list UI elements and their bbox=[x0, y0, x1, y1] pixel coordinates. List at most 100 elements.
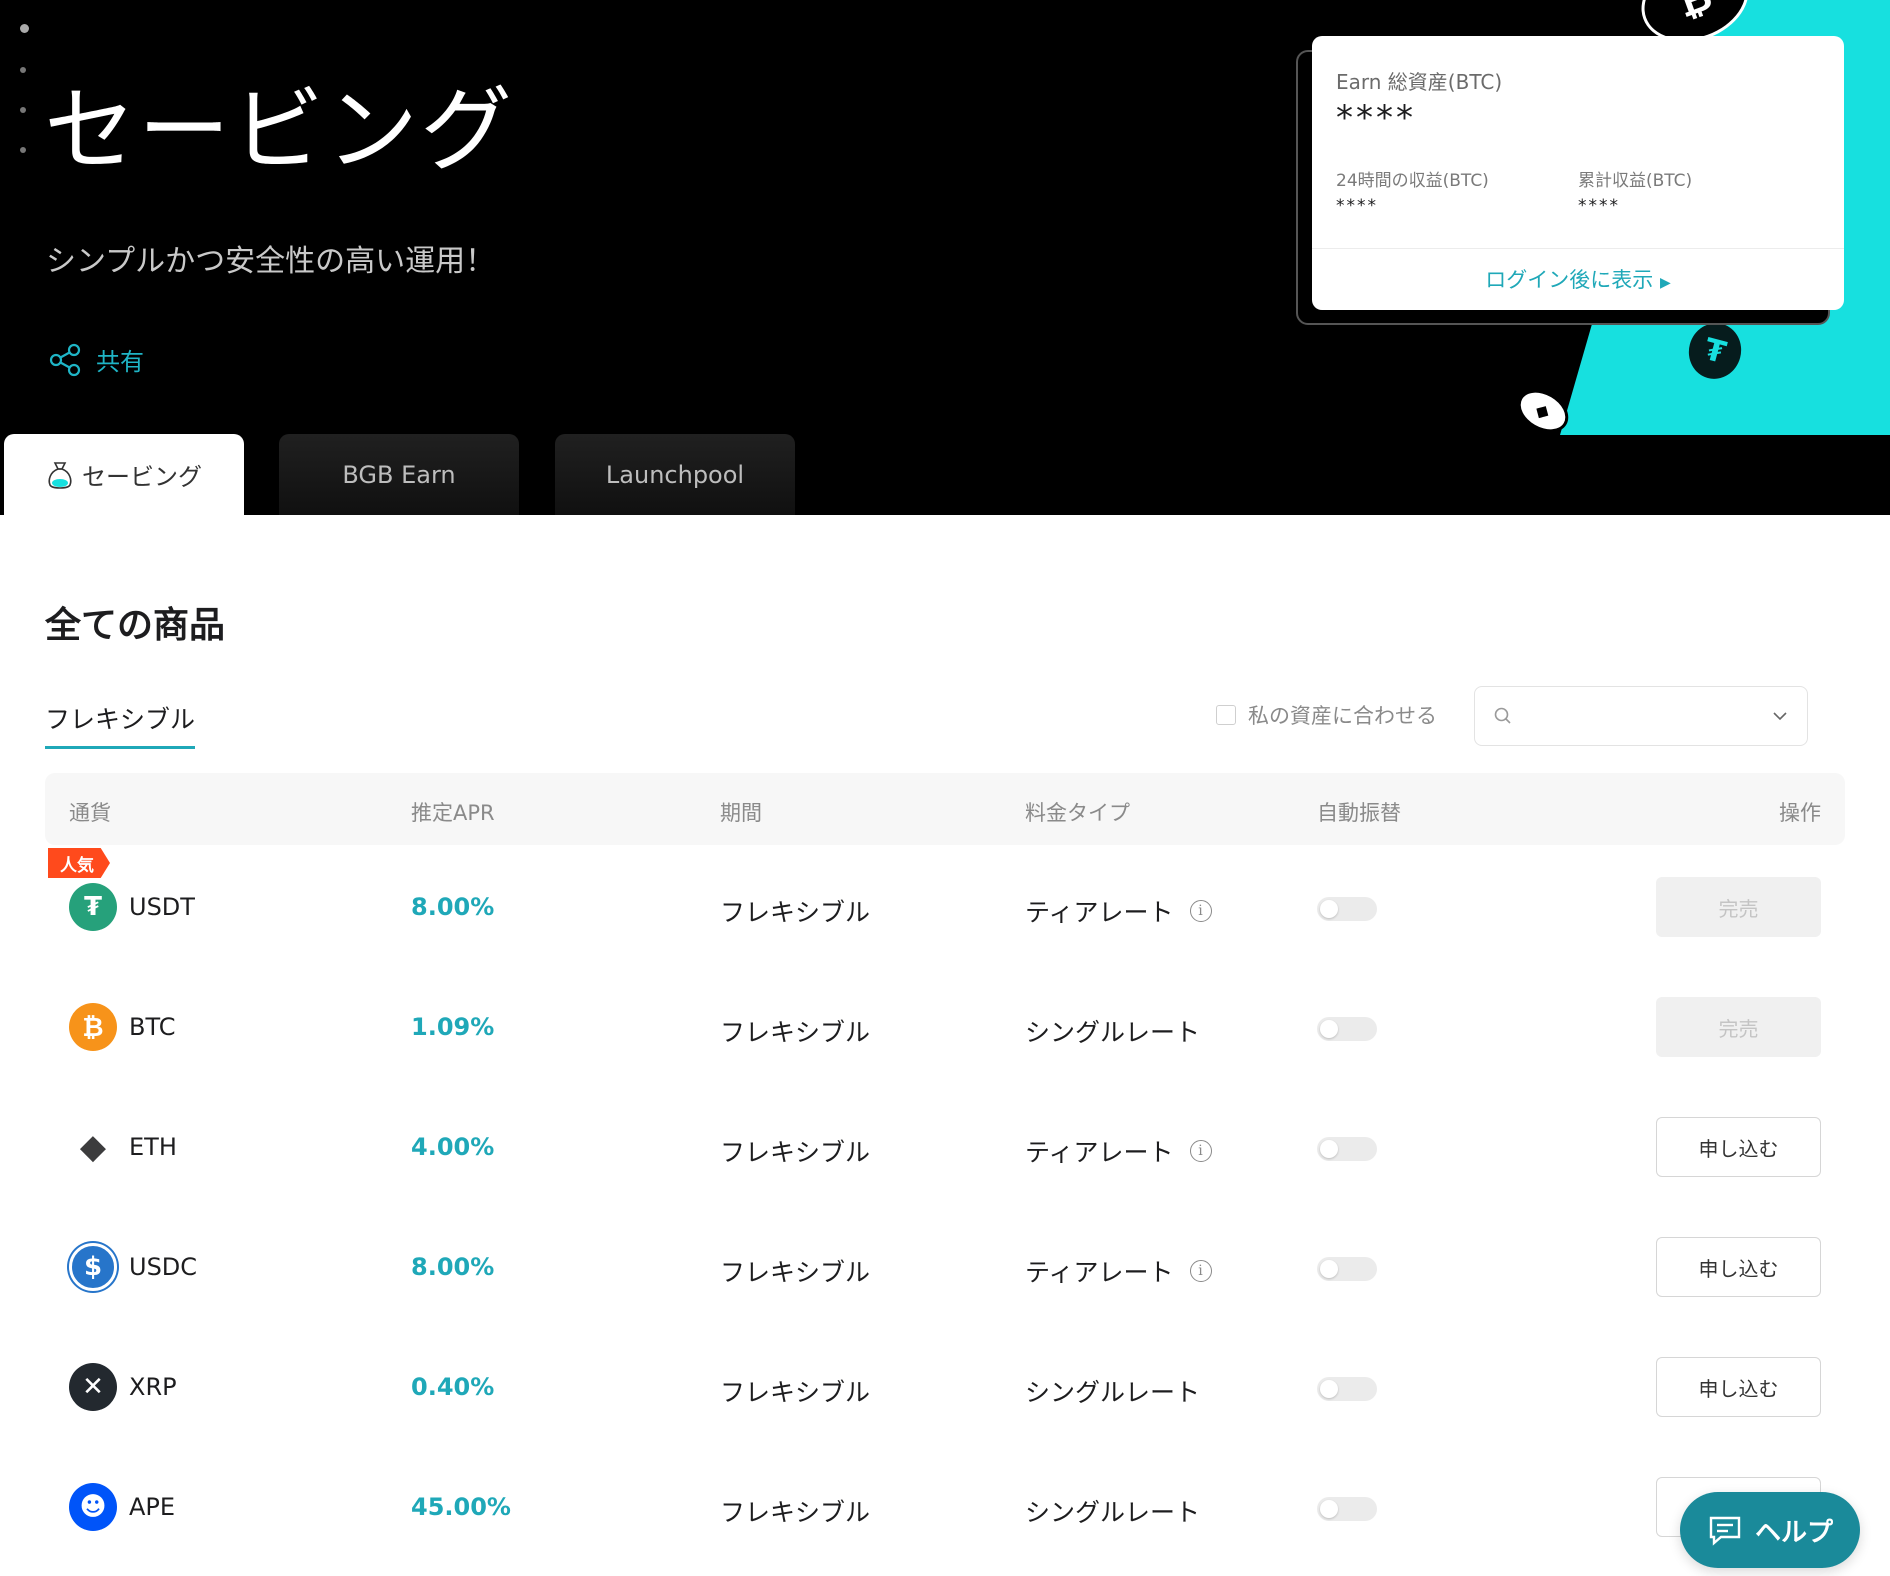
apr-value: 8.00% bbox=[411, 893, 495, 921]
sold-out-button[interactable]: 完売 bbox=[1656, 877, 1821, 937]
match-my-assets-checkbox[interactable]: 私の資産に合わせる bbox=[1216, 700, 1437, 730]
total-assets-value: **** bbox=[1336, 98, 1416, 138]
share-label: 共有 bbox=[96, 348, 144, 376]
tab-savings[interactable]: セービング bbox=[4, 434, 244, 515]
auto-transfer-toggle[interactable] bbox=[1317, 897, 1377, 921]
apr-value: 45.00% bbox=[411, 1493, 511, 1521]
rate-type: ティアレート i bbox=[1025, 1253, 1212, 1289]
info-icon[interactable]: i bbox=[1189, 1140, 1212, 1162]
header-rate-type: 料金タイプ bbox=[1025, 801, 1130, 825]
income-24h-label: 24時間の収益(BTC) bbox=[1336, 171, 1489, 191]
coin-search-select[interactable] bbox=[1474, 686, 1808, 746]
rate-type-label: ティアレート bbox=[1025, 1138, 1174, 1167]
rate-type-label: シングルレート bbox=[1025, 1018, 1201, 1047]
header-action: 操作 bbox=[1779, 801, 1821, 825]
header-period: 期間 bbox=[720, 801, 762, 825]
coin-symbol: APE bbox=[129, 1493, 176, 1521]
section-title: 全ての商品 bbox=[45, 605, 226, 646]
money-bag-icon bbox=[48, 461, 72, 489]
coin-symbol: XRP bbox=[129, 1373, 177, 1401]
asset-summary-card: Earn 総資産(BTC) **** 24時間の収益(BTC) **** 累計収… bbox=[1312, 36, 1844, 310]
subtab-flexible[interactable]: フレキシブル bbox=[45, 700, 196, 749]
share-icon bbox=[49, 343, 81, 376]
page-subtitle: シンプルかつ安全性の高い運用！ bbox=[46, 244, 496, 279]
rate-type: シングルレート bbox=[1025, 1493, 1200, 1529]
coin-symbol: ETH bbox=[129, 1133, 177, 1161]
login-to-view-link[interactable]: ログイン後に表示 ▶ bbox=[1312, 264, 1844, 294]
cumulative-income-value: **** bbox=[1578, 196, 1620, 216]
period-value: フレキシブル bbox=[720, 1018, 871, 1047]
tab-savings-label: セービング bbox=[82, 463, 202, 491]
period-value: フレキシブル bbox=[720, 1138, 871, 1167]
rate-type-label: ティアレート bbox=[1025, 1258, 1174, 1287]
header-auto-transfer: 自動振替 bbox=[1317, 801, 1401, 825]
table-row: ☻APE45.00%フレキシブルシングルレート申し込む bbox=[45, 1447, 1845, 1567]
auto-transfer-toggle[interactable] bbox=[1317, 1497, 1377, 1521]
table-row: ✕ XRP 0.40% フレキシブル シングルレート 申し込む bbox=[45, 1327, 1845, 1447]
rate-type-label: シングルレート bbox=[1025, 1498, 1201, 1527]
auto-transfer-toggle[interactable] bbox=[1317, 1377, 1377, 1401]
table-row: ◆ ETH 4.00% フレキシブル ティアレート i 申し込む bbox=[45, 1087, 1845, 1207]
auto-transfer-toggle[interactable] bbox=[1317, 1257, 1377, 1281]
period-value: フレキシブル bbox=[720, 1258, 871, 1287]
rate-type-label: ティアレート bbox=[1025, 898, 1174, 927]
cumulative-income-label: 累計収益(BTC) bbox=[1578, 171, 1693, 191]
period-value: フレキシブル bbox=[720, 1378, 871, 1407]
share-button[interactable]: 共有 bbox=[48, 342, 144, 377]
carousel-dot[interactable] bbox=[20, 24, 29, 33]
carousel-dot[interactable] bbox=[20, 147, 26, 153]
card-divider bbox=[1312, 248, 1844, 249]
total-assets-label: Earn 総資産(BTC) bbox=[1336, 70, 1503, 94]
rate-type: シングルレート bbox=[1025, 1373, 1200, 1409]
auto-transfer-toggle[interactable] bbox=[1317, 1017, 1377, 1041]
carousel-dot[interactable] bbox=[20, 67, 26, 73]
tether-icon: ₮ bbox=[69, 883, 117, 931]
tab-bgb-earn-label: BGB Earn bbox=[342, 460, 456, 489]
income-24h-value: **** bbox=[1336, 196, 1378, 216]
info-icon[interactable]: i bbox=[1189, 1260, 1212, 1282]
coin-symbol: USDC bbox=[129, 1253, 198, 1281]
coin-symbol: BTC bbox=[129, 1013, 176, 1041]
sold-out-button[interactable]: 完売 bbox=[1656, 997, 1821, 1057]
match-my-assets-label: 私の資産に合わせる bbox=[1248, 704, 1437, 728]
subscribe-button[interactable]: 申し込む bbox=[1656, 1237, 1821, 1297]
period-value: フレキシブル bbox=[720, 1498, 871, 1527]
tab-bgb-earn[interactable]: BGB Earn bbox=[279, 434, 519, 515]
subscribe-button[interactable]: 申し込む bbox=[1656, 1357, 1821, 1417]
ethereum-icon: ◆ bbox=[69, 1123, 117, 1171]
xrp-icon: ✕ bbox=[69, 1363, 117, 1411]
chevron-down-icon[interactable] bbox=[1771, 710, 1789, 722]
header-apr: 推定APR bbox=[411, 801, 495, 825]
apecoin-icon: ☻ bbox=[69, 1483, 117, 1531]
hero-banner: セービング シンプルかつ安全性の高い運用！ 共有 ₿ ₮ ◆ Earn 総資産(… bbox=[0, 0, 1890, 515]
rate-type: ティアレート i bbox=[1025, 1133, 1212, 1169]
carousel-dots[interactable] bbox=[20, 24, 29, 187]
apr-value: 0.40% bbox=[411, 1373, 495, 1401]
coin-symbol: USDT bbox=[129, 893, 195, 921]
help-label: ヘルプ bbox=[1754, 1517, 1833, 1548]
carousel-dot[interactable] bbox=[20, 107, 26, 113]
checkbox-box[interactable] bbox=[1216, 705, 1236, 725]
rate-type: ティアレート i bbox=[1025, 893, 1212, 929]
caret-right-icon: ▶ bbox=[1659, 275, 1671, 291]
apr-value: 1.09% bbox=[411, 1013, 495, 1041]
apr-value: 8.00% bbox=[411, 1253, 495, 1281]
auto-transfer-toggle[interactable] bbox=[1317, 1137, 1377, 1161]
search-icon bbox=[1494, 707, 1511, 724]
page-title: セービング bbox=[44, 77, 515, 184]
info-icon[interactable]: i bbox=[1189, 900, 1212, 922]
usdc-icon: $ bbox=[69, 1243, 117, 1291]
table-header: 通貨 推定APR 期間 料金タイプ 自動振替 操作 bbox=[45, 773, 1845, 845]
bitcoin-icon: ₿ bbox=[69, 1003, 117, 1051]
header-currency: 通貨 bbox=[69, 801, 111, 825]
table-row: $ USDC 8.00% フレキシブル ティアレート i 申し込む bbox=[45, 1207, 1845, 1327]
tab-launchpool-label: Launchpool bbox=[605, 460, 745, 489]
tab-launchpool[interactable]: Launchpool bbox=[555, 434, 795, 515]
subscribe-button[interactable]: 申し込む bbox=[1656, 1117, 1821, 1177]
chat-icon bbox=[1709, 1516, 1741, 1546]
table-row: ₿ BTC 1.09% フレキシブル シングルレート 完売 bbox=[45, 967, 1845, 1087]
search-input[interactable] bbox=[1523, 705, 1771, 727]
popular-badge: 人気 bbox=[48, 848, 110, 878]
rate-type-label: シングルレート bbox=[1025, 1378, 1201, 1407]
help-button[interactable]: ヘルプ bbox=[1680, 1492, 1860, 1568]
